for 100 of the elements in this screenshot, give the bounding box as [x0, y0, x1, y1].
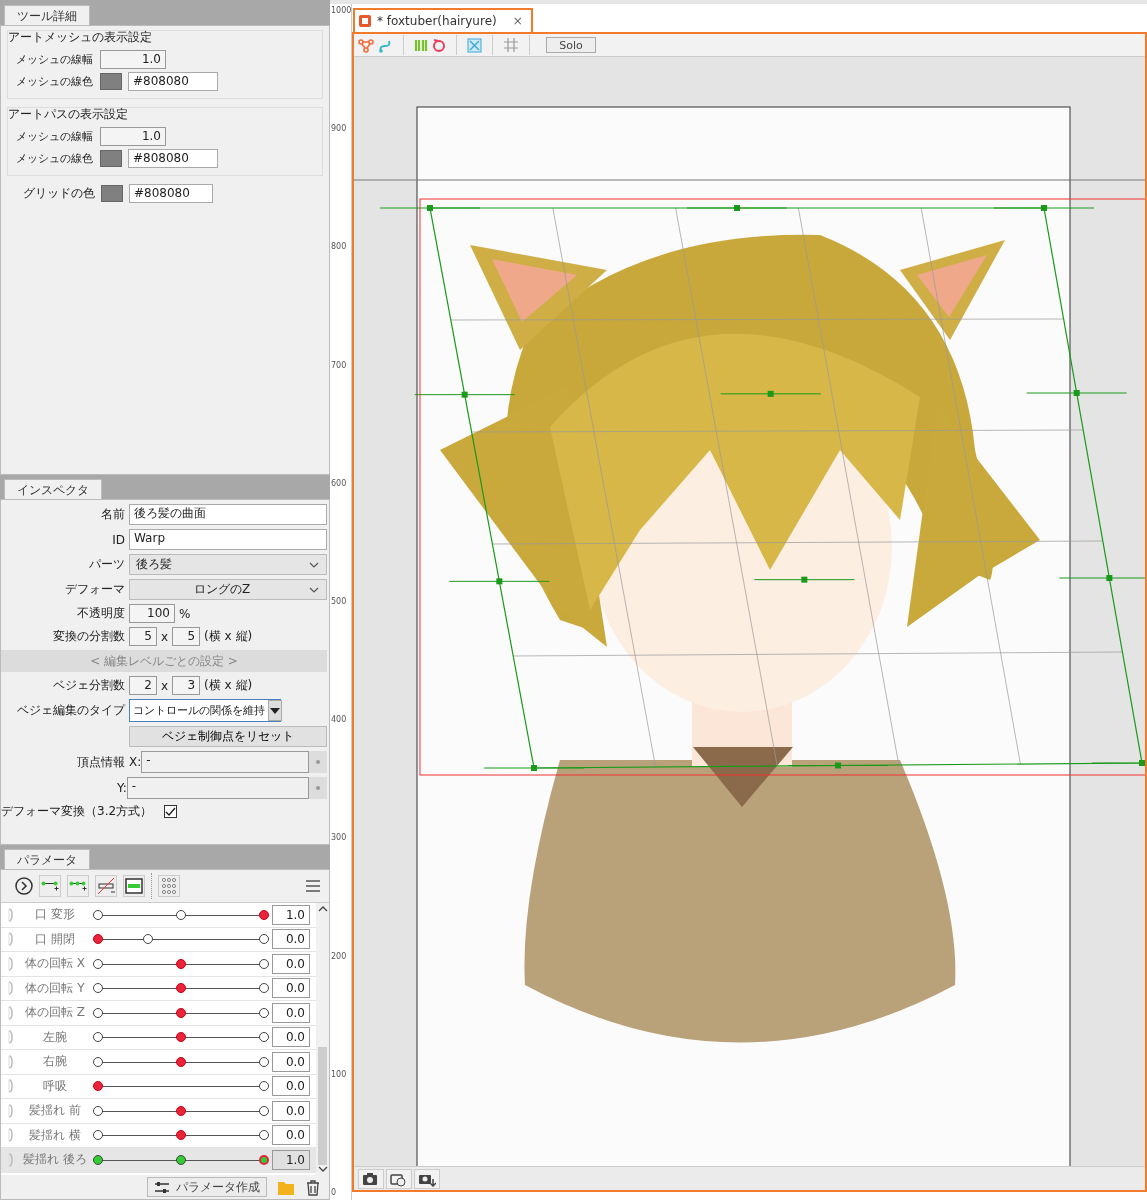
slider-thumb[interactable]: [93, 934, 103, 945]
slider-thumb[interactable]: [176, 983, 186, 994]
camera-timer-button[interactable]: [386, 1168, 412, 1189]
document-tab[interactable]: * foxtuber(hairyure) ×: [353, 8, 533, 32]
panel-tab[interactable]: インスペクタ: [4, 479, 102, 499]
value-field[interactable]: 0.0: [272, 929, 310, 950]
vertex-y-field[interactable]: -: [126, 777, 309, 799]
remove-key-button[interactable]: [95, 875, 117, 897]
key-point: [176, 909, 186, 920]
trash-icon[interactable]: [305, 1178, 321, 1196]
ruler-label: 600: [331, 478, 347, 488]
slider-thumb[interactable]: [93, 1081, 103, 1092]
panel-tab[interactable]: パラメータ: [4, 849, 90, 869]
checkbox-label: デフォーマ変換（3.2方式）: [1, 803, 153, 820]
checkbox[interactable]: [164, 805, 178, 818]
axis-label: X:: [129, 755, 142, 769]
parameter-name: 髪揺れ 横: [28, 1126, 82, 1144]
solo-button[interactable]: Solo: [546, 37, 596, 53]
key-point: [93, 1032, 103, 1043]
deformer-dropdown[interactable]: ロングのZ: [129, 579, 327, 600]
times-label: x: [161, 629, 169, 644]
mesh-icon[interactable]: [358, 37, 374, 53]
key-point: [93, 1007, 103, 1018]
create-parameter-button[interactable]: パラメータ作成: [147, 1177, 267, 1197]
color-field[interactable]: #808080: [129, 184, 213, 203]
value-field[interactable]: 0.0: [272, 953, 310, 974]
section-title: アートメッシュの表示設定: [8, 29, 153, 46]
parameter-row[interactable]: 髪揺れ 前 0.0: [1, 1099, 316, 1124]
field-label: デフォーマ: [64, 581, 125, 598]
times-label: x: [161, 678, 169, 693]
parameter-row[interactable]: 体の回転 Z 0.0: [1, 1001, 316, 1026]
id-field[interactable]: Warp: [129, 529, 327, 550]
slider-thumb[interactable]: [259, 1154, 269, 1165]
scrollbar-thumb[interactable]: [318, 1047, 327, 1165]
camera-download-button[interactable]: [414, 1168, 440, 1189]
opacity-field[interactable]: 100: [129, 604, 175, 623]
value-field[interactable]: 0.0: [272, 1125, 310, 1146]
vertex-x-field[interactable]: -: [141, 751, 309, 773]
slider-thumb[interactable]: [176, 1130, 186, 1141]
field-label: グリッドの色: [23, 185, 95, 202]
dot-icon[interactable]: [315, 759, 321, 765]
parts-dropdown[interactable]: 後ろ髪: [129, 554, 327, 575]
color-field[interactable]: #808080: [128, 149, 218, 168]
value-field[interactable]: 0.0: [272, 1027, 310, 1048]
parameter-row[interactable]: 左腕 0.0: [1, 1025, 316, 1050]
axis-note: (横 x 縦): [204, 628, 253, 645]
color-swatch[interactable]: [100, 73, 122, 90]
parameter-row[interactable]: 体の回転 Y 0.0: [1, 976, 316, 1001]
value-field[interactable]: 0.0: [272, 1076, 310, 1097]
key-point: [93, 1105, 103, 1116]
slider-thumb[interactable]: [176, 1105, 186, 1116]
field-label: ベジェ分割数: [52, 677, 125, 694]
rotation-icon[interactable]: [432, 37, 446, 53]
play-icon[interactable]: [15, 877, 33, 895]
parameter-row[interactable]: 口 開閉 0.0: [1, 927, 316, 952]
parameter-row[interactable]: 髪揺れ 後ろ 1.0: [1, 1148, 316, 1173]
parameter-name: 体の回転 Y: [24, 979, 86, 997]
color-swatch[interactable]: [101, 185, 123, 202]
line-width-field[interactable]: 1.0: [100, 50, 166, 69]
division-x-field[interactable]: 5: [129, 627, 157, 646]
slider-thumb[interactable]: [176, 958, 186, 969]
slider-thumb[interactable]: [176, 1032, 186, 1043]
parameter-row[interactable]: 右腕 0.0: [1, 1050, 316, 1075]
scroll-down-icon[interactable]: [317, 1165, 328, 1173]
value-field[interactable]: 0.0: [272, 1100, 310, 1121]
key-point: [93, 1154, 103, 1165]
add-keys-button[interactable]: [67, 875, 89, 897]
division-y-field[interactable]: 5: [172, 627, 201, 646]
field-label: ID: [111, 532, 125, 547]
slider-thumb[interactable]: [176, 1007, 186, 1018]
camera-button[interactable]: [358, 1168, 384, 1189]
parameter-name: 呼吸: [42, 1077, 68, 1095]
value-field[interactable]: 1.0: [272, 904, 310, 925]
slider-thumb[interactable]: [176, 1056, 186, 1067]
color-swatch[interactable]: [100, 150, 122, 167]
ruler-label: 800: [331, 242, 347, 252]
grid-button[interactable]: [158, 875, 180, 897]
line-width-field[interactable]: 1.0: [100, 127, 166, 146]
key-window-button[interactable]: [123, 875, 145, 897]
bezier-x-field[interactable]: 2: [129, 676, 157, 695]
value-field[interactable]: 0.0: [272, 1002, 310, 1023]
parameter-row[interactable]: 体の回転 X 0.0: [1, 952, 316, 977]
scroll-up-icon[interactable]: [317, 905, 328, 913]
bezier-y-field[interactable]: 3: [172, 676, 201, 695]
key-window-icon: [124, 877, 144, 895]
reset-button[interactable]: ベジェ制御点をリセット: [129, 726, 327, 747]
bezier-type-combo[interactable]: コントロールの関係を維持: [129, 699, 281, 722]
value-field[interactable]: 0.0: [272, 978, 310, 999]
value-field[interactable]: 0.0: [272, 1051, 310, 1072]
parameter-row[interactable]: 呼吸 0.0: [1, 1074, 316, 1099]
menu-icon[interactable]: [305, 878, 321, 894]
panel-tab[interactable]: ツール詳細: [4, 5, 90, 25]
color-field[interactable]: #808080: [128, 72, 218, 91]
name-field[interactable]: 後ろ髪の曲面: [129, 504, 327, 525]
close-button[interactable]: ×: [512, 13, 523, 29]
parameter-row[interactable]: 口 変形 1.0: [1, 903, 316, 928]
slider-thumb[interactable]: [259, 909, 269, 920]
value-field[interactable]: 1.0: [272, 1149, 310, 1170]
dot-icon[interactable]: [315, 785, 321, 791]
add-key-button[interactable]: [39, 875, 61, 897]
